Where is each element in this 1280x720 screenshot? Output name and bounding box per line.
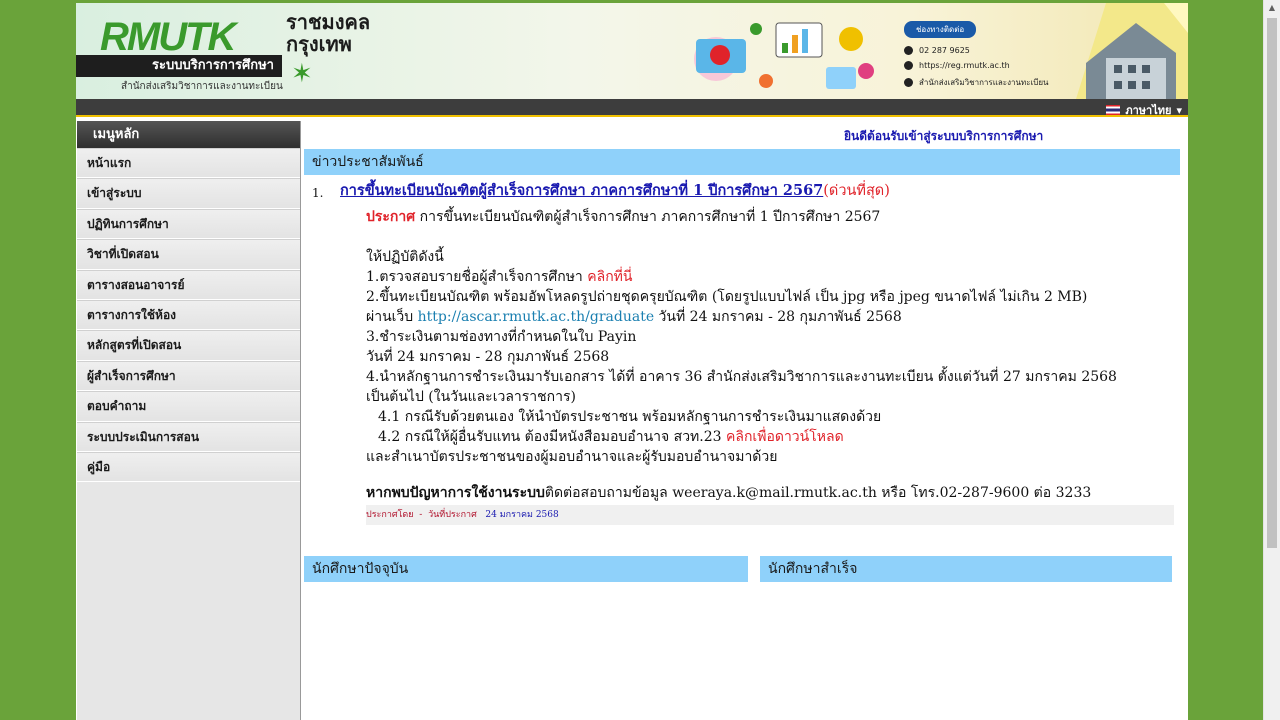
banner-illustration xyxy=(694,22,874,89)
sidebar-item-teacher-schedule[interactable]: ตารางสอนอาจารย์ xyxy=(77,269,300,300)
chevron-down-icon: ▾ xyxy=(1176,103,1182,117)
sidebar-item-home[interactable]: หน้าแรก xyxy=(77,148,300,179)
contact-phone-row: 02 287 9625 xyxy=(904,46,1048,55)
contact-title: ช่องทางติดต่อ xyxy=(904,21,977,38)
vertical-scrollbar[interactable]: ▲ xyxy=(1263,0,1280,720)
download-link[interactable]: คลิกเพื่อดาวน์โหลด xyxy=(726,429,844,445)
logo[interactable]: RMUTK xyxy=(100,15,236,60)
contact-panel: ช่องทางติดต่อ 02 287 9625 https://reg.rm… xyxy=(904,21,1048,95)
step-1-link[interactable]: คลิกที่นี่ xyxy=(587,269,632,285)
language-label: ภาษาไทย xyxy=(1125,104,1172,117)
graduates-header: นักศึกษาสำเร็จ xyxy=(760,556,1172,582)
news-number: 1. xyxy=(312,186,324,200)
step-4-cont: เป็นต้นไป (ในวันและเวลาราชการ) xyxy=(366,389,576,405)
logo-text: RMUTK xyxy=(100,15,236,59)
news-body: ประกาศ การขึ้นทะเบียนบัณฑิตผู้สำเร็จการศ… xyxy=(366,207,1174,503)
logo-thai-line2: กรุงเทพ xyxy=(286,32,352,56)
news-headline: การขึ้นทะเบียนบัณฑิตผู้สำเร็จการศึกษา ภา… xyxy=(340,181,1174,201)
contact-fb-row: สำนักส่งเสริมวิชาการและงานทะเบียน xyxy=(904,76,1048,89)
sidebar-title: เมนูหลัก xyxy=(77,121,300,148)
step-2-date: วันที่ 24 มกราคม - 28 กุมภาพันธ์ 2568 xyxy=(654,309,902,325)
office-name: สำนักส่งเสริมวิชาการและงานทะเบียน xyxy=(121,81,283,92)
phone-icon xyxy=(904,46,913,55)
meta-date: 24 มกราคม 2568 xyxy=(485,510,559,520)
logo-thai-line1: ราชมงคล xyxy=(286,10,371,34)
meta-date-label: วันที่ประกาศ xyxy=(428,510,477,520)
step-1: 1.ตรวจสอบรายชื่อผู้สำเร็จการศึกษา คลิกที… xyxy=(366,267,1174,287)
contact-web[interactable]: https://reg.rmutk.ac.th xyxy=(919,61,1010,70)
news-item: 1. การขึ้นทะเบียนบัณฑิตผู้สำเร็จการศึกษา… xyxy=(312,181,1174,525)
step-3-date: วันที่ 24 มกราคม - 28 กุมภาพันธ์ 2568 xyxy=(366,349,610,365)
top-strip: ภาษาไทย ▾ xyxy=(76,99,1188,117)
step-2-via-text: ผ่านเว็บ xyxy=(366,309,418,325)
sidebar: เมนูหลัก หน้าแรก เข้าสู่ระบบ ปฏิทินการศึ… xyxy=(77,121,301,720)
welcome-text: ยินดีต้อนรับเข้าสู่ระบบบริการการศึกษา xyxy=(844,129,1044,143)
sidebar-item-graduates[interactable]: ผู้สำเร็จการศึกษา xyxy=(77,360,300,392)
graduate-link[interactable]: http://ascar.rmutk.ac.th/graduate xyxy=(418,309,654,325)
facebook-icon xyxy=(904,78,913,87)
step-2: 2.ขึ้นทะเบียนบัณฑิต พร้อมอัพโหลดรูปถ่ายช… xyxy=(366,289,1088,305)
contact-phone: 02 287 9625 xyxy=(919,46,970,55)
scroll-up-icon[interactable]: ▲ xyxy=(1264,0,1280,16)
web-icon xyxy=(904,61,913,70)
help-text: ติดต่อสอบถามข้อมูล weeraya.k@mail.rmutk.… xyxy=(544,485,1092,501)
sidebar-item-faq[interactable]: ตอบคำถาม xyxy=(77,391,300,422)
announce-line: ประกาศ การขึ้นทะเบียนบัณฑิตผู้สำเร็จการศ… xyxy=(366,207,1174,227)
sidebar-item-calendar[interactable]: ปฏิทินการศึกษา xyxy=(77,208,300,240)
current-students-header: นักศึกษาปัจจุบัน xyxy=(304,556,748,582)
help-line: หากพบปัญหาการใช้งานระบบติดต่อสอบถามข้อมู… xyxy=(366,483,1174,503)
logo-thai-name: ราชมงคล กรุงเทพ xyxy=(286,11,370,55)
step-2-via: ผ่านเว็บ http://ascar.rmutk.ac.th/gradua… xyxy=(366,307,1174,327)
news-headline-link[interactable]: การขึ้นทะเบียนบัณฑิตผู้สำเร็จการศึกษา ภา… xyxy=(340,182,823,199)
step-4-2-cont: และสำเนาบัตรประชาชนของผู้มอบอำนาจและผู้ร… xyxy=(366,449,778,465)
building-photo xyxy=(1076,3,1188,99)
sidebar-item-login[interactable]: เข้าสู่ระบบ xyxy=(77,178,300,209)
sidebar-item-curriculum[interactable]: หลักสูตรที่เปิดสอน xyxy=(77,330,300,361)
news-meta: ประกาศโดย - วันที่ประกาศ 24 มกราคม 2568 xyxy=(366,505,1174,525)
main-content: ยินดีต้อนรับเข้าสู่ระบบบริการการศึกษา ข่… xyxy=(304,121,1188,720)
system-name: ระบบบริการการศึกษา xyxy=(76,55,282,77)
contact-fb[interactable]: สำนักส่งเสริมวิชาการและงานทะเบียน xyxy=(919,76,1048,89)
scrollbar-thumb[interactable] xyxy=(1267,18,1277,548)
instructions-intro: ให้ปฏิบัติดังนี้ xyxy=(366,249,444,265)
urgent-badge: (ด่วนที่สุด) xyxy=(823,183,890,199)
step-1-text: 1.ตรวจสอบรายชื่อผู้สำเร็จการศึกษา xyxy=(366,269,588,285)
language-selector[interactable]: ภาษาไทย ▾ xyxy=(1106,101,1182,119)
meta-by: ประกาศโดย xyxy=(366,510,414,520)
sidebar-item-manual[interactable]: คู่มือ xyxy=(77,451,300,483)
contact-web-row: https://reg.rmutk.ac.th xyxy=(904,61,1048,70)
step-4-1: 4.1 กรณีรับด้วยตนเอง ให้นำบัตรประชาชน พร… xyxy=(378,409,882,425)
header-banner: RMUTK ราชมงคล กรุงเทพ ระบบบริการการศึกษา… xyxy=(76,3,1188,99)
sidebar-item-evaluation[interactable]: ระบบประเมินการสอน xyxy=(77,421,300,452)
step-3: 3.ชำระเงินตามช่องทางที่กำหนดในใบ Payin xyxy=(366,329,637,345)
meta-sep: - xyxy=(419,510,423,520)
step-4: 4.นำหลักฐานการชำระเงินมารับเอกสาร ได้ที่… xyxy=(366,369,1117,385)
help-bold: หากพบปัญหาการใช้งานระบบ xyxy=(366,485,545,501)
page: RMUTK ราชมงคล กรุงเทพ ระบบบริการการศึกษา… xyxy=(76,3,1188,720)
news-section-header: ข่าวประชาสัมพันธ์ xyxy=(304,149,1180,175)
thai-flag-icon xyxy=(1106,105,1121,115)
star-icon: ✶ xyxy=(291,59,313,89)
sidebar-item-courses[interactable]: วิชาที่เปิดสอน xyxy=(77,239,300,270)
announce-label: ประกาศ xyxy=(366,209,416,225)
sidebar-item-room-schedule[interactable]: ตารางการใช้ห้อง xyxy=(77,299,300,331)
step-4-2: 4.2 กรณีให้ผู้อื่นรับแทน ต้องมีหนังสือมอ… xyxy=(366,427,1174,447)
step-4-2-text: 4.2 กรณีให้ผู้อื่นรับแทน ต้องมีหนังสือมอ… xyxy=(378,429,727,445)
announce-text: การขึ้นทะเบียนบัณฑิตผู้สำเร็จการศึกษา ภา… xyxy=(415,209,881,225)
